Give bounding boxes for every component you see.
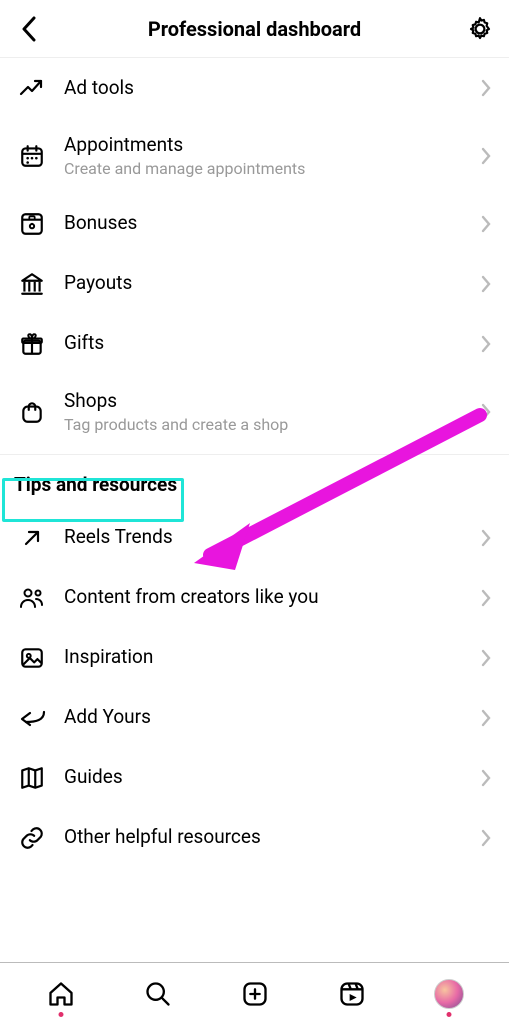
list-item-shops[interactable]: Shops Tag products and create a shop: [0, 374, 509, 450]
chevron-right-icon: [481, 589, 491, 607]
list-item-label: Guides: [64, 766, 481, 789]
list-item-appointments[interactable]: Appointments Create and manage appointme…: [0, 118, 509, 194]
list-item-label: Reels Trends: [64, 526, 481, 549]
list-item-label: Shops: [64, 390, 481, 413]
chevron-right-icon: [481, 275, 491, 293]
list-item-content-creators[interactable]: Content from creators like you: [0, 568, 509, 628]
chevron-right-icon: [481, 403, 491, 421]
tab-home[interactable]: [41, 974, 81, 1014]
map-icon: [18, 764, 46, 792]
chevron-right-icon: [481, 79, 491, 97]
chevron-right-icon: [481, 215, 491, 233]
header-bar: Professional dashboard: [0, 0, 509, 58]
list-item-reels-trends[interactable]: Reels Trends: [0, 508, 509, 568]
bank-icon: [18, 270, 46, 298]
tips-list: Reels Trends Content from creators like …: [0, 508, 509, 868]
list-item-subtext: Tag products and create a shop: [64, 415, 481, 434]
gear-icon: [467, 16, 493, 42]
list-item-inspiration[interactable]: Inspiration: [0, 628, 509, 688]
page-title: Professional dashboard: [44, 17, 465, 41]
notification-dot: [446, 1012, 451, 1017]
list-item-label: Inspiration: [64, 646, 481, 669]
chevron-right-icon: [481, 147, 491, 165]
shop-bag-icon: [18, 398, 46, 426]
people-icon: [18, 584, 46, 612]
reply-arrow-icon: [18, 704, 46, 732]
chevron-right-icon: [481, 769, 491, 787]
settings-button[interactable]: [465, 16, 495, 42]
list-item-guides[interactable]: Guides: [0, 748, 509, 808]
notification-dot: [58, 1012, 63, 1017]
trend-up-icon: [18, 74, 46, 102]
calendar-icon: [18, 142, 46, 170]
section-header-tips: Tips and resources: [0, 455, 509, 508]
plus-square-icon: [241, 980, 269, 1008]
list-item-other-resources[interactable]: Other helpful resources: [0, 808, 509, 868]
search-icon: [144, 980, 172, 1008]
tab-reels[interactable]: [332, 974, 372, 1014]
list-item-bonuses[interactable]: Bonuses: [0, 194, 509, 254]
chevron-right-icon: [481, 529, 491, 547]
list-item-label: Payouts: [64, 272, 481, 295]
trophy-icon: [18, 210, 46, 238]
list-item-ad-tools[interactable]: Ad tools: [0, 58, 509, 118]
tab-create[interactable]: [235, 974, 275, 1014]
image-icon: [18, 644, 46, 672]
chevron-left-icon: [21, 16, 37, 42]
list-item-payouts[interactable]: Payouts: [0, 254, 509, 314]
list-item-subtext: Create and manage appointments: [64, 159, 481, 178]
reels-icon: [338, 980, 366, 1008]
list-item-label: Ad tools: [64, 77, 481, 100]
avatar: [434, 979, 464, 1009]
list-item-label: Other helpful resources: [64, 826, 481, 849]
arrow-up-right-icon: [18, 524, 46, 552]
tab-profile[interactable]: [429, 974, 469, 1014]
list-item-label: Bonuses: [64, 212, 481, 235]
home-icon: [47, 980, 75, 1008]
chevron-right-icon: [481, 649, 491, 667]
list-item-gifts[interactable]: Gifts: [0, 314, 509, 374]
list-item-label: Add Yours: [64, 706, 481, 729]
list-item-label: Gifts: [64, 332, 481, 355]
back-button[interactable]: [14, 16, 44, 42]
list-item-label: Appointments: [64, 134, 481, 157]
chevron-right-icon: [481, 709, 491, 727]
chevron-right-icon: [481, 829, 491, 847]
chevron-right-icon: [481, 335, 491, 353]
gift-icon: [18, 330, 46, 358]
bottom-tab-bar: [0, 962, 509, 1024]
list-item-label: Content from creators like you: [64, 586, 481, 609]
tab-search[interactable]: [138, 974, 178, 1014]
link-icon: [18, 824, 46, 852]
list-item-add-yours[interactable]: Add Yours: [0, 688, 509, 748]
tools-list: Ad tools Appointments Create and manage …: [0, 58, 509, 450]
